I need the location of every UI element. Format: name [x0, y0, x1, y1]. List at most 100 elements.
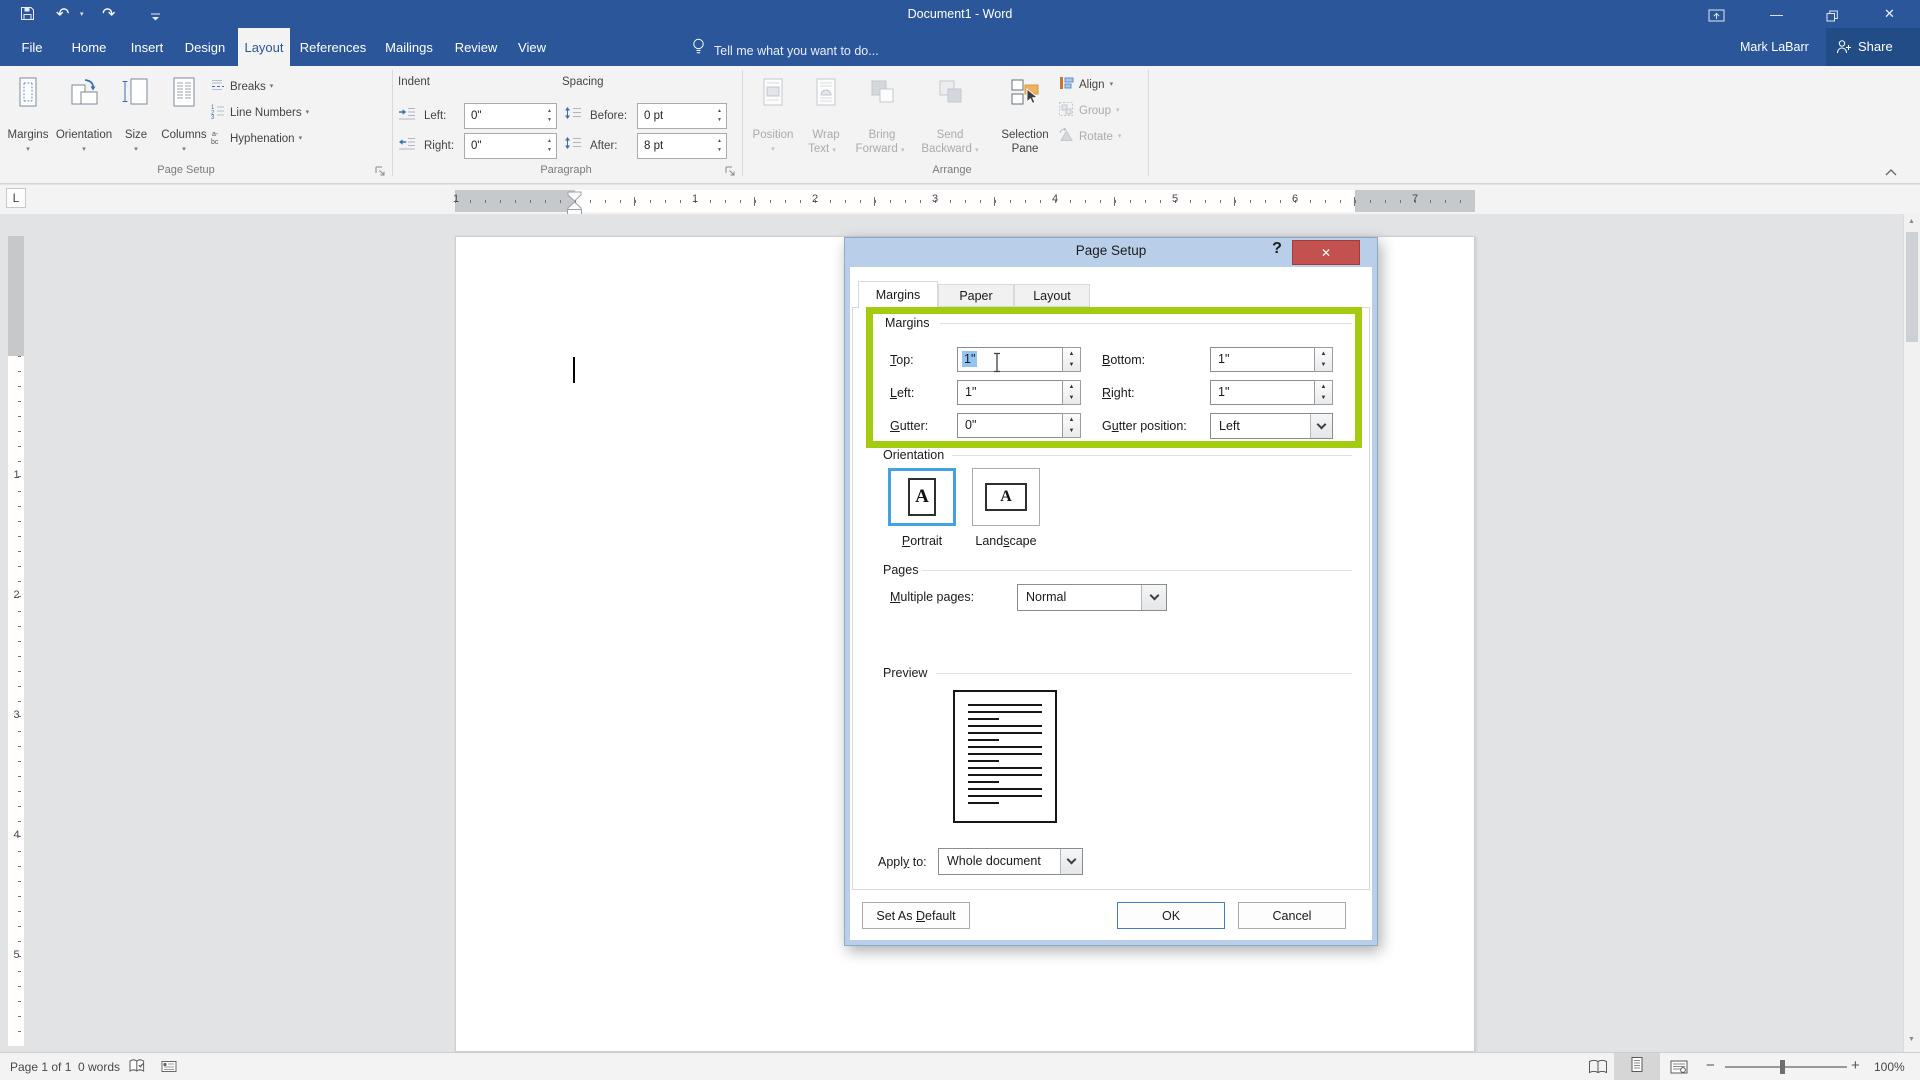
orientation-portrait-button[interactable]: A [888, 468, 956, 526]
apply-to-select[interactable]: Whole document [938, 848, 1083, 875]
ruler-text-area[interactable]: 1 2 3 4 5 6 [575, 190, 1355, 212]
indent-left-input[interactable]: 0" ▲ ▼ [464, 103, 557, 129]
align-button[interactable]: Align ▾ [1058, 76, 1113, 94]
macro-recording-icon[interactable] [161, 1060, 177, 1078]
size-button[interactable]: Size ▾ [116, 72, 156, 162]
zoom-slider-track[interactable] [1725, 1066, 1847, 1068]
customize-qat-icon[interactable] [150, 9, 161, 27]
columns-button[interactable]: Columns ▾ [160, 72, 208, 162]
group-label-page-setup: Page Setup [157, 164, 215, 176]
dialog-tab-margins[interactable]: Margins [858, 281, 938, 308]
tab-home[interactable]: Home [62, 28, 116, 66]
zoom-level[interactable]: 100% [1874, 1060, 1905, 1074]
web-layout-icon[interactable] [1670, 1060, 1688, 1079]
tab-layout[interactable]: Layout [238, 28, 290, 66]
zoom-in-button[interactable]: + [1851, 1057, 1860, 1074]
indent-left-stepper[interactable]: ▲ ▼ [547, 104, 556, 128]
indent-right-stepper[interactable]: ▲ ▼ [547, 134, 556, 158]
minimize-icon[interactable]: — [1770, 7, 1783, 22]
read-mode-icon[interactable] [1588, 1059, 1608, 1080]
apply-to-label: Apply to: [878, 855, 927, 869]
group-separator [742, 70, 743, 176]
bring-forward-icon [866, 76, 898, 113]
multiple-pages-select[interactable]: Normal [1017, 584, 1167, 611]
ribbon-display-options-icon[interactable] [1708, 9, 1726, 27]
preview-group-legend: Preview [880, 666, 931, 680]
save-icon[interactable] [20, 6, 35, 26]
page-indicator[interactable]: Page 1 of 1 [10, 1060, 71, 1074]
breaks-dropdown-icon: ▾ [269, 83, 274, 90]
group-separator [392, 70, 393, 176]
spacing-before-input[interactable]: 0 pt ▲ ▼ [637, 103, 727, 129]
spacing-before-stepper[interactable]: ▲ ▼ [717, 104, 726, 128]
redo-icon[interactable]: ↷ [102, 4, 115, 24]
cancel-button[interactable]: Cancel [1238, 902, 1346, 929]
dialog-tab-layout[interactable]: Layout [1014, 284, 1090, 307]
scroll-up-icon[interactable]: ▲ [1908, 218, 1915, 225]
set-as-default-button[interactable]: Set As Default [862, 902, 970, 929]
selection-pane-button[interactable]: Selection Pane [992, 72, 1058, 162]
collapse-ribbon-icon[interactable] [1884, 164, 1898, 182]
tab-references[interactable]: References [296, 28, 370, 66]
group-separator [1148, 70, 1149, 176]
wrap-text-button: Wrap Text ▾ [800, 72, 852, 162]
send-backward-button: Send Backward ▾ [914, 72, 986, 162]
tab-review[interactable]: Review [448, 28, 504, 66]
page-setup-dialog-launcher[interactable] [374, 164, 386, 182]
dialog-help-icon[interactable]: ? [1268, 240, 1286, 258]
breaks-icon [210, 77, 226, 98]
print-layout-icon [1629, 1056, 1645, 1078]
tab-insert[interactable]: Insert [122, 28, 172, 66]
ruler-left-margin[interactable]: 1 [453, 190, 575, 212]
tab-file[interactable]: File [10, 28, 54, 66]
bring-forward-button: Bring Forward ▾ [852, 72, 912, 162]
orientation-landscape-button[interactable]: A [972, 468, 1040, 526]
undo-icon[interactable]: ↶ [56, 4, 69, 24]
v-ruler-top-margin[interactable] [8, 236, 24, 356]
breaks-button[interactable]: Breaks ▾ [210, 78, 273, 96]
line-numbers-dropdown-icon: ▾ [305, 109, 310, 116]
dialog-close-icon[interactable]: ✕ [1292, 240, 1360, 265]
tab-view[interactable]: View [510, 28, 554, 66]
spacing-after-input[interactable]: 8 pt ▲ ▼ [637, 133, 727, 159]
undo-dropdown-icon[interactable]: ▾ [80, 11, 84, 19]
zoom-slider-handle[interactable] [1780, 1060, 1785, 1074]
paragraph-dialog-launcher[interactable] [724, 164, 736, 182]
tell-me-input[interactable]: Tell me what you want to do... [714, 44, 879, 58]
close-window-icon[interactable]: ✕ [1884, 6, 1895, 22]
print-layout-view-button[interactable] [1614, 1053, 1660, 1080]
word-application-window: ↶ ▾ ↷ Document1 - Word — ✕ File Home Ins… [0, 0, 1920, 1080]
margins-button[interactable]: Margins ▾ [4, 72, 52, 162]
chevron-down-icon [1060, 849, 1082, 874]
tab-stop-selector[interactable]: L [6, 188, 26, 208]
tab-design[interactable]: Design [178, 28, 232, 66]
group-dropdown-icon: ▾ [1115, 107, 1120, 114]
dialog-tab-paper[interactable]: Paper [938, 284, 1014, 307]
vertical-scrollbar[interactable]: ▲ ▼ [1903, 214, 1920, 1052]
send-backward-dropdown-icon: ▾ [975, 147, 979, 154]
scroll-down-icon[interactable]: ▼ [1908, 1036, 1915, 1043]
v-ruler-text-area[interactable]: 1 2 3 4 5 [8, 356, 24, 1046]
restore-icon[interactable] [1826, 9, 1839, 27]
account-name[interactable]: Mark LaBarr [1740, 40, 1809, 54]
hyphenation-button[interactable]: a-bc Hyphenation ▾ [210, 130, 302, 148]
ruler-row: L 1 1 2 3 4 5 6 7 [0, 185, 1920, 216]
share-button[interactable]: Share [1826, 28, 1920, 66]
ok-button[interactable]: OK [1117, 902, 1225, 929]
orientation-group-legend: Orientation [880, 448, 948, 462]
indent-right-input[interactable]: 0" ▲ ▼ [464, 133, 557, 159]
ribbon-layout: Margins ▾ Orientation ▾ Size ▾ Columns ▾ [0, 66, 1920, 184]
title-bar: ↶ ▾ ↷ Document1 - Word — ✕ [0, 0, 1920, 28]
line-numbers-button[interactable]: 123 Line Numbers ▾ [210, 104, 309, 122]
proofing-status-icon[interactable] [128, 1058, 146, 1080]
spacing-before-icon [564, 106, 582, 126]
zoom-out-button[interactable]: − [1706, 1057, 1715, 1074]
tab-mailings[interactable]: Mailings [376, 28, 442, 66]
ribbon-tab-row: File Home Insert Design Layout Reference… [0, 28, 1920, 66]
word-count[interactable]: 0 words [78, 1060, 120, 1074]
size-icon [120, 76, 152, 113]
orientation-button[interactable]: Orientation ▾ [56, 72, 112, 162]
scrollbar-thumb[interactable] [1906, 232, 1918, 342]
spacing-after-stepper[interactable]: ▲ ▼ [717, 134, 726, 158]
ruler-right-margin[interactable]: 7 [1355, 190, 1475, 212]
